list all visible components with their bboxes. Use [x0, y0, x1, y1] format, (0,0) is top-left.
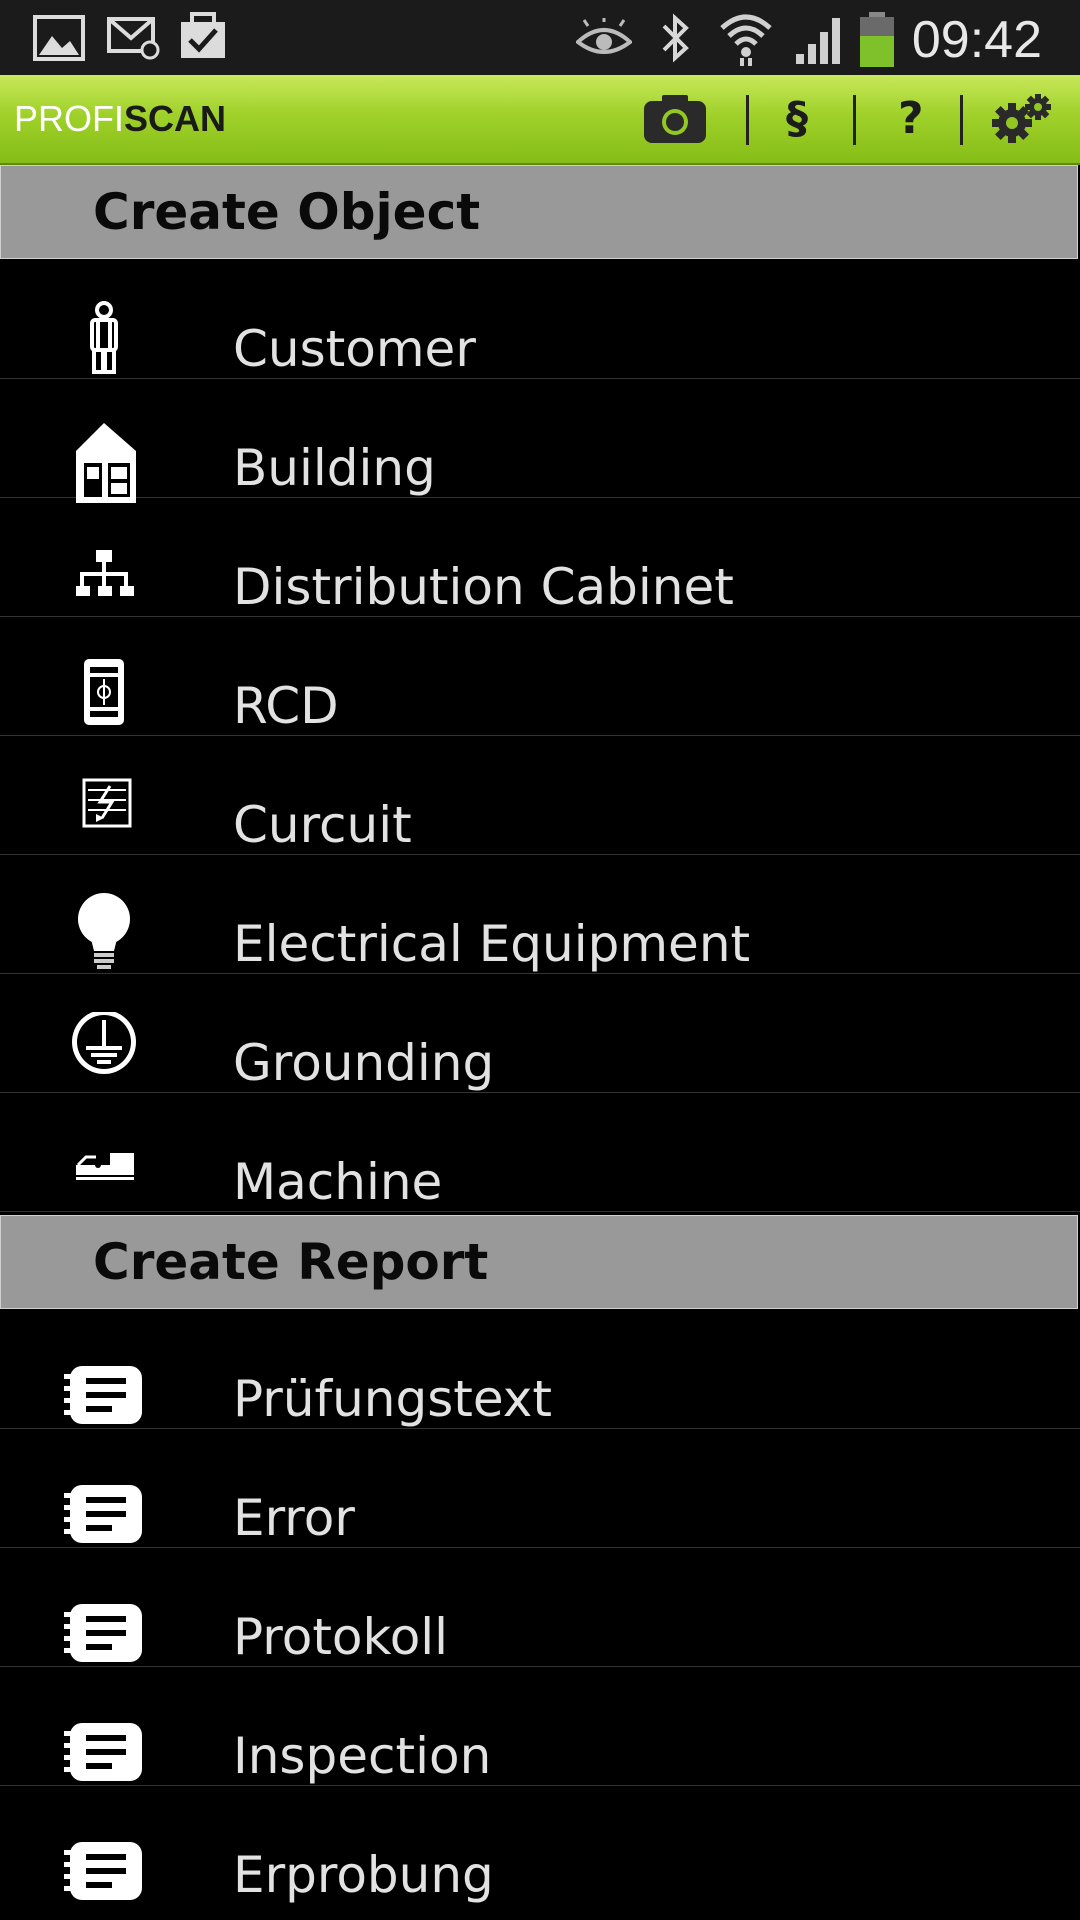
- machine-icon: [60, 1131, 148, 1219]
- lightbulb-icon: [60, 893, 148, 981]
- list-item-label: Curcuit: [233, 796, 412, 854]
- list-item-label: RCD: [233, 677, 339, 735]
- list-item-error[interactable]: Error: [0, 1429, 1080, 1548]
- list-item-label: Error: [233, 1489, 355, 1547]
- list-item-label: Building: [233, 439, 436, 497]
- list-item-label: Inspection: [233, 1727, 492, 1785]
- list-item-label: Distribution Cabinet: [233, 558, 734, 616]
- person-icon: [60, 298, 148, 386]
- list-item-building[interactable]: Building: [0, 379, 1080, 503]
- action-divider: [853, 95, 856, 145]
- list-item-electrical-equipment[interactable]: Electrical Equipment: [0, 855, 1080, 974]
- ground-icon: [60, 1012, 148, 1100]
- list-item-label: Prüfungstext: [233, 1370, 552, 1428]
- list-item-label: Machine: [233, 1153, 443, 1211]
- image-icon: [32, 14, 86, 62]
- list-item-label: Electrical Equipment: [233, 915, 751, 973]
- list-item-rcd[interactable]: RCD: [0, 617, 1080, 736]
- logo-text-scan: SCAN: [124, 98, 227, 139]
- list-item-inspection[interactable]: Inspection: [0, 1667, 1080, 1786]
- status-bar: 09:42: [0, 0, 1080, 75]
- list-item-label: Grounding: [233, 1034, 495, 1092]
- settings-button[interactable]: [990, 91, 1054, 147]
- rcd-icon: [60, 655, 148, 743]
- list-item-distribution-cabinet[interactable]: Distribution Cabinet: [0, 498, 1080, 617]
- report-icon: [60, 1467, 148, 1555]
- report-icon: [60, 1586, 148, 1674]
- list-item-machine[interactable]: Machine: [0, 1093, 1080, 1212]
- report-icon: [60, 1705, 148, 1793]
- help-icon: ?: [898, 93, 924, 144]
- list-item-erprobung[interactable]: Erprobung: [0, 1786, 1080, 1905]
- eye-icon: [576, 18, 632, 58]
- signal-icon: [794, 14, 846, 66]
- list-item-grounding[interactable]: Grounding: [0, 974, 1080, 1093]
- camera-button[interactable]: [640, 91, 710, 147]
- clock: 09:42: [911, 11, 1042, 69]
- section-title: Create Object: [93, 183, 481, 241]
- wifi-icon: [718, 10, 774, 66]
- section-title: Create Report: [93, 1233, 489, 1291]
- action-divider: [960, 95, 963, 145]
- action-divider: [746, 95, 749, 145]
- settings-icon: [990, 91, 1054, 147]
- email-icon: [106, 16, 162, 60]
- house-icon: [60, 417, 148, 505]
- battery-icon: [858, 12, 896, 68]
- list-item-customer[interactable]: Customer: [0, 260, 1080, 379]
- network-icon: [60, 536, 148, 624]
- list-item-label: Erprobung: [233, 1846, 494, 1904]
- list-item-label: Protokoll: [233, 1608, 449, 1666]
- help-button[interactable]: ?: [892, 75, 932, 163]
- bluetooth-icon: [658, 12, 694, 64]
- paragraph-button[interactable]: §: [782, 75, 822, 163]
- list-item-protokoll[interactable]: Protokoll: [0, 1548, 1080, 1667]
- app-logo: PROFISCAN: [14, 97, 226, 141]
- report-icon: [60, 1824, 148, 1912]
- task-icon: [178, 10, 230, 62]
- logo-text-profi: PROFI: [14, 98, 125, 139]
- action-bar: PROFISCAN § ?: [0, 75, 1080, 165]
- section-header-create-object: Create Object: [0, 165, 1078, 259]
- section-header-create-report: Create Report: [0, 1215, 1078, 1309]
- list-item-pruefungstext[interactable]: Prüfungstext: [0, 1310, 1080, 1429]
- list-item-label: Customer: [233, 320, 476, 378]
- circuit-icon: [60, 774, 148, 862]
- report-icon: [60, 1348, 148, 1436]
- camera-icon: [640, 91, 710, 147]
- list-item-curcuit[interactable]: Curcuit: [0, 736, 1080, 855]
- paragraph-icon: §: [786, 93, 808, 144]
